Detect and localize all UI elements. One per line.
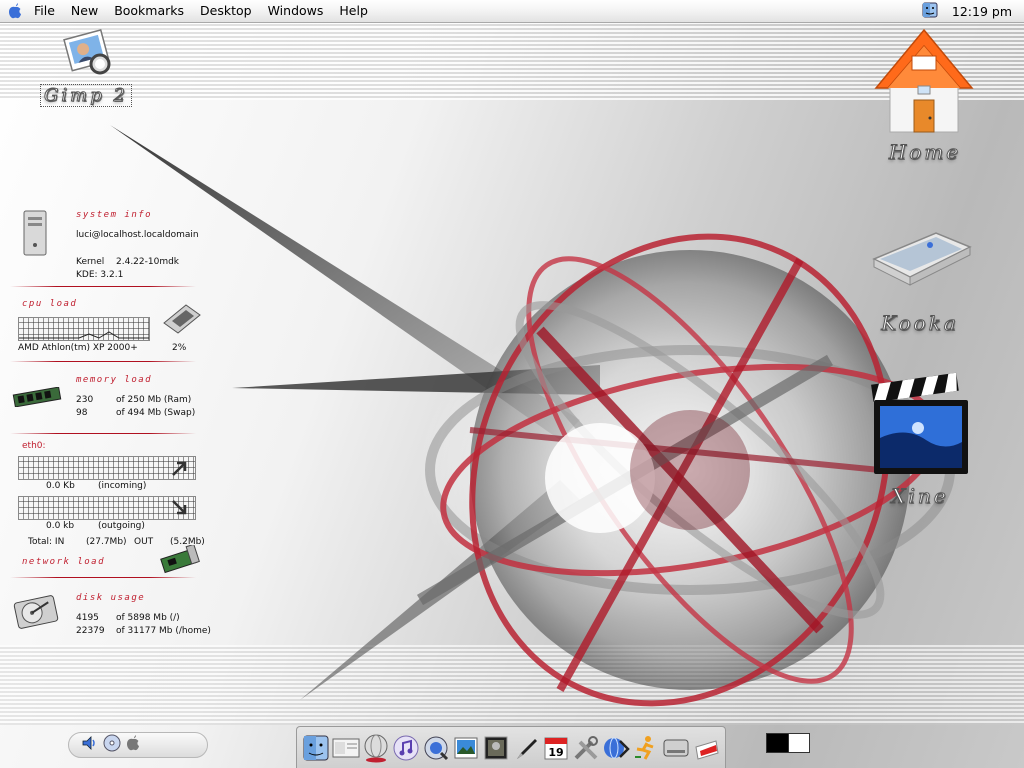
cpu-load-title: cpu load bbox=[22, 299, 78, 309]
menu-file[interactable]: File bbox=[26, 0, 63, 22]
home-icon bbox=[874, 26, 974, 140]
divider bbox=[10, 577, 196, 578]
globe-icon[interactable] bbox=[362, 734, 390, 762]
dock: 19 bbox=[296, 726, 726, 768]
calendar-icon[interactable]: 19 bbox=[542, 734, 570, 762]
disk-root-used: 4195 bbox=[76, 613, 99, 623]
desktop-1-button[interactable] bbox=[767, 734, 788, 752]
gimp-icon bbox=[62, 26, 114, 82]
menu-help[interactable]: Help bbox=[331, 0, 376, 22]
cd-icon[interactable] bbox=[103, 734, 121, 756]
scanner-icon bbox=[866, 219, 976, 295]
network-icon[interactable] bbox=[602, 734, 630, 762]
tools-icon[interactable] bbox=[572, 734, 600, 762]
home-label: Home bbox=[888, 140, 962, 165]
speaker-icon[interactable] bbox=[81, 734, 99, 756]
runner-icon[interactable] bbox=[632, 734, 660, 762]
total-in-value: (27.7Mb) bbox=[86, 537, 127, 547]
video-label: Xine bbox=[891, 484, 949, 509]
system-monitor-panel: system info luci@localhost.localdomain K… bbox=[10, 205, 230, 645]
menu-desktop[interactable]: Desktop bbox=[192, 0, 260, 22]
mail-icon[interactable] bbox=[332, 734, 360, 762]
network-load-title: network load bbox=[22, 557, 106, 567]
gimp-label: Gimp 2 bbox=[40, 84, 132, 107]
quicktime-icon[interactable] bbox=[422, 734, 450, 762]
divider bbox=[10, 361, 196, 362]
cpu-chip-icon bbox=[160, 301, 202, 340]
clapperboard-icon bbox=[866, 368, 974, 484]
scanner-label: Kooka bbox=[881, 311, 959, 336]
total-in-label: Total: IN bbox=[28, 537, 65, 547]
iphoto-icon[interactable] bbox=[452, 734, 480, 762]
net-interface: eth0: bbox=[22, 441, 46, 451]
finder-icon[interactable] bbox=[302, 734, 330, 762]
system-info-title: system info bbox=[76, 210, 153, 220]
kernel-value: 2.4.22-10mdk bbox=[116, 257, 180, 267]
clock[interactable]: 12:19 pm bbox=[952, 4, 1012, 19]
net-out-value: 0.0 kb bbox=[46, 521, 75, 531]
net-in-value: 0.0 Kb bbox=[46, 481, 75, 491]
disk-home-total: of 31177 Mb (/home) bbox=[116, 626, 211, 636]
menu-windows[interactable]: Windows bbox=[260, 0, 332, 22]
apple-menu-icon[interactable] bbox=[4, 0, 26, 22]
desktop-icon-scanner[interactable]: Kooka bbox=[862, 215, 978, 341]
itunes-icon[interactable] bbox=[392, 734, 420, 762]
desktop-icon-gimp[interactable]: Gimp 2 bbox=[40, 26, 136, 114]
desktop-2-button[interactable] bbox=[787, 734, 809, 752]
swap-used: 98 bbox=[76, 408, 88, 418]
user-host: luci@localhost.localdomain bbox=[76, 230, 199, 240]
cpu-name: AMD Athlon(tm) XP 2000+ bbox=[18, 343, 138, 353]
memory-load-title: memory load bbox=[76, 375, 153, 385]
kde-version: KDE: 3.2.1 bbox=[76, 270, 124, 280]
menu-bookmarks[interactable]: Bookmarks bbox=[106, 0, 192, 22]
cpu-load-graph bbox=[18, 317, 150, 341]
menu-bar: File New Bookmarks Desktop Windows Help … bbox=[0, 0, 1024, 23]
apple-logo-icon[interactable] bbox=[125, 734, 141, 756]
disk-root-total: of 5898 Mb (/) bbox=[116, 613, 180, 623]
finder-status-icon[interactable] bbox=[922, 2, 938, 21]
pen-icon[interactable] bbox=[512, 734, 540, 762]
menu-new[interactable]: New bbox=[63, 0, 106, 22]
trash-icon[interactable] bbox=[692, 734, 720, 762]
swap-total: of 494 Mb (Swap) bbox=[116, 408, 196, 418]
divider bbox=[10, 433, 196, 434]
desktop-icon-home[interactable]: Home bbox=[870, 26, 980, 172]
disk-home-used: 22379 bbox=[76, 626, 105, 636]
ram-module-icon bbox=[12, 386, 62, 410]
kernel-label: Kernel bbox=[76, 257, 105, 267]
harddisk-icon bbox=[12, 593, 60, 634]
net-in-graph bbox=[18, 456, 196, 480]
ram-used: 230 bbox=[76, 395, 94, 405]
desktop-icon-video[interactable]: Xine bbox=[862, 368, 978, 516]
calendar-day: 19 bbox=[548, 746, 563, 759]
system-tray bbox=[68, 732, 208, 758]
desktop-pager bbox=[766, 733, 810, 753]
harddisk-dock-icon[interactable] bbox=[662, 734, 690, 762]
network-card-icon bbox=[160, 543, 202, 578]
divider bbox=[10, 286, 196, 287]
net-in-label: (incoming) bbox=[98, 481, 147, 491]
total-out-label: OUT bbox=[134, 537, 154, 547]
computer-tower-icon bbox=[22, 209, 48, 260]
cpu-percent: 2% bbox=[172, 343, 187, 353]
net-out-label: (outgoing) bbox=[98, 521, 145, 531]
preview-icon[interactable] bbox=[482, 734, 510, 762]
net-out-graph bbox=[18, 496, 196, 520]
ram-total: of 250 Mb (Ram) bbox=[116, 395, 192, 405]
disk-usage-title: disk usage bbox=[76, 593, 146, 603]
